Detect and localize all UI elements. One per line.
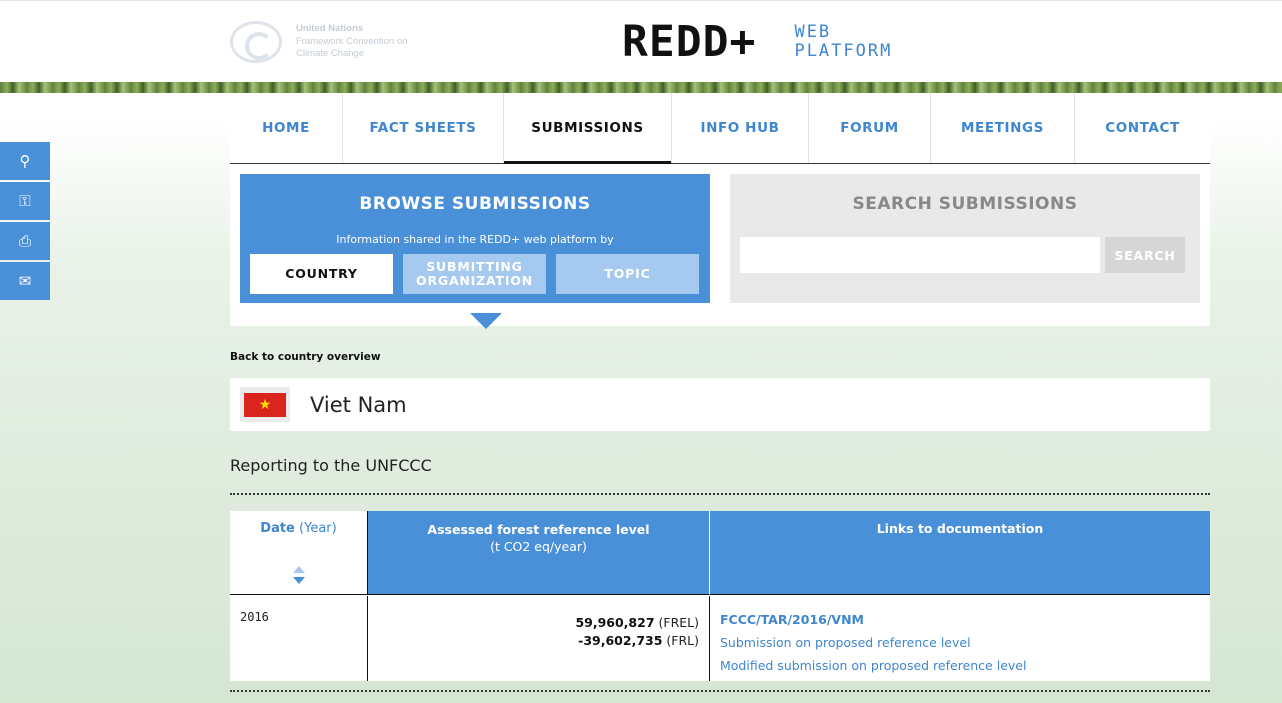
reference-level-table: Date (Year) Assessed forest reference le… — [230, 511, 1210, 681]
side-search-button[interactable]: ⚲ — [0, 142, 50, 180]
column-frl-line-2: (t CO2 eq/year) — [490, 539, 587, 554]
side-toolbar: ⚲ ⚿ ⎙ ✉ — [0, 142, 50, 302]
table-cell-links: FCCC/TAR/2016/VNM Submission on proposed… — [710, 596, 1210, 681]
nav-forum[interactable]: FORUM — [809, 93, 931, 163]
nav-fact-sheets[interactable]: FACT SHEETS — [343, 93, 504, 163]
back-to-country-overview-link[interactable]: Back to country overview — [230, 351, 381, 363]
browse-tab-submitting-organization[interactable]: SUBMITTING ORGANIZATION — [403, 254, 546, 294]
forest-banner — [0, 82, 1282, 93]
unfccc-logo-text: United Nations Framework Convention on C… — [296, 23, 407, 61]
country-bar: ★ Viet Nam — [230, 378, 1210, 431]
brand-main: REDD+ — [622, 17, 757, 67]
mail-icon: ✉ — [18, 272, 32, 290]
redd-plus-logo[interactable]: REDD+ WEB PLATFORM — [622, 19, 892, 65]
frel-line: 59,960,827 (FREL) — [368, 614, 699, 632]
frel-value: 59,960,827 — [575, 615, 655, 630]
column-header-frl: Assessed forest reference level (t CO2 e… — [368, 511, 710, 595]
browse-tab-country[interactable]: COUNTRY — [250, 254, 393, 294]
vietnam-flag-icon: ★ — [244, 392, 286, 417]
frl-tag: (FRL) — [666, 633, 699, 648]
browse-tabs: COUNTRY SUBMITTING ORGANIZATION TOPIC — [250, 254, 699, 294]
frl-line: -39,602,735 (FRL) — [368, 632, 699, 650]
nav-home[interactable]: HOME — [230, 93, 343, 163]
un-line-1: United Nations — [296, 23, 364, 35]
un-line-3: Climate Change — [296, 48, 365, 60]
brand-sub: WEB PLATFORM — [794, 23, 892, 61]
column-header-links: Links to documentation — [710, 511, 1210, 595]
browse-tab-topic[interactable]: TOPIC — [556, 254, 699, 294]
browse-subtitle: Information shared in the REDD+ web plat… — [336, 233, 614, 246]
brand-sub-line-2: PLATFORM — [794, 41, 893, 61]
side-mail-button[interactable]: ✉ — [0, 262, 50, 300]
doc-link-tar[interactable]: FCCC/TAR/2016/VNM — [720, 608, 1200, 631]
search-icon: ⚲ — [19, 152, 31, 170]
section-divider — [230, 493, 1210, 495]
section-title: Reporting to the UNFCCC — [230, 456, 432, 475]
column-header-date[interactable]: Date (Year) — [230, 511, 368, 595]
country-name: Viet Nam — [310, 393, 407, 417]
print-icon: ⎙ — [18, 232, 31, 250]
nav-info-hub[interactable]: INFO HUB — [672, 93, 809, 163]
key-icon: ⚿ — [19, 192, 31, 210]
sort-icon[interactable] — [292, 566, 306, 588]
side-login-button[interactable]: ⚿ — [0, 182, 50, 220]
table-cell-frl: 59,960,827 (FREL) -39,602,735 (FRL) — [368, 596, 710, 681]
browse-title: BROWSE SUBMISSIONS — [359, 194, 591, 214]
search-button[interactable]: SEARCH — [1105, 237, 1185, 273]
main-nav: HOME FACT SHEETS SUBMISSIONS INFO HUB FO… — [230, 93, 1210, 165]
table-divider — [230, 690, 1210, 692]
doc-link-submission[interactable]: Submission on proposed reference level — [720, 631, 1200, 654]
nav-contact[interactable]: CONTACT — [1075, 93, 1210, 163]
submissions-panel: BROWSE SUBMISSIONS Information shared in… — [230, 164, 1210, 329]
frl-value: -39,602,735 — [578, 633, 663, 648]
flag-frame: ★ — [240, 387, 290, 422]
table-cell-date: 2016 — [230, 596, 368, 681]
browse-submissions-box: BROWSE SUBMISSIONS Information shared in… — [240, 174, 710, 329]
search-title: SEARCH SUBMISSIONS — [852, 194, 1078, 214]
un-emblem-icon — [230, 21, 282, 63]
un-line-2: Framework Convention on — [296, 35, 408, 47]
column-date-label: Date — [260, 521, 295, 536]
column-date-sub: (Year) — [299, 521, 337, 536]
brand-sub-line-1: WEB — [794, 22, 832, 42]
doc-link-modified-submission[interactable]: Modified submission on proposed referenc… — [720, 654, 1200, 677]
site-header: United Nations Framework Convention on C… — [0, 0, 1282, 82]
search-input[interactable] — [740, 237, 1100, 273]
nav-submissions[interactable]: SUBMISSIONS — [504, 93, 672, 165]
nav-meetings[interactable]: MEETINGS — [931, 93, 1075, 163]
side-print-button[interactable]: ⎙ — [0, 222, 50, 260]
search-submissions-box: SEARCH SUBMISSIONS SEARCH — [730, 174, 1200, 303]
column-frl-line-1: Assessed forest reference level — [427, 522, 650, 537]
browse-pointer-arrow — [470, 313, 502, 329]
unfccc-logo[interactable]: United Nations Framework Convention on C… — [230, 21, 407, 63]
frel-tag: (FREL) — [658, 615, 700, 630]
